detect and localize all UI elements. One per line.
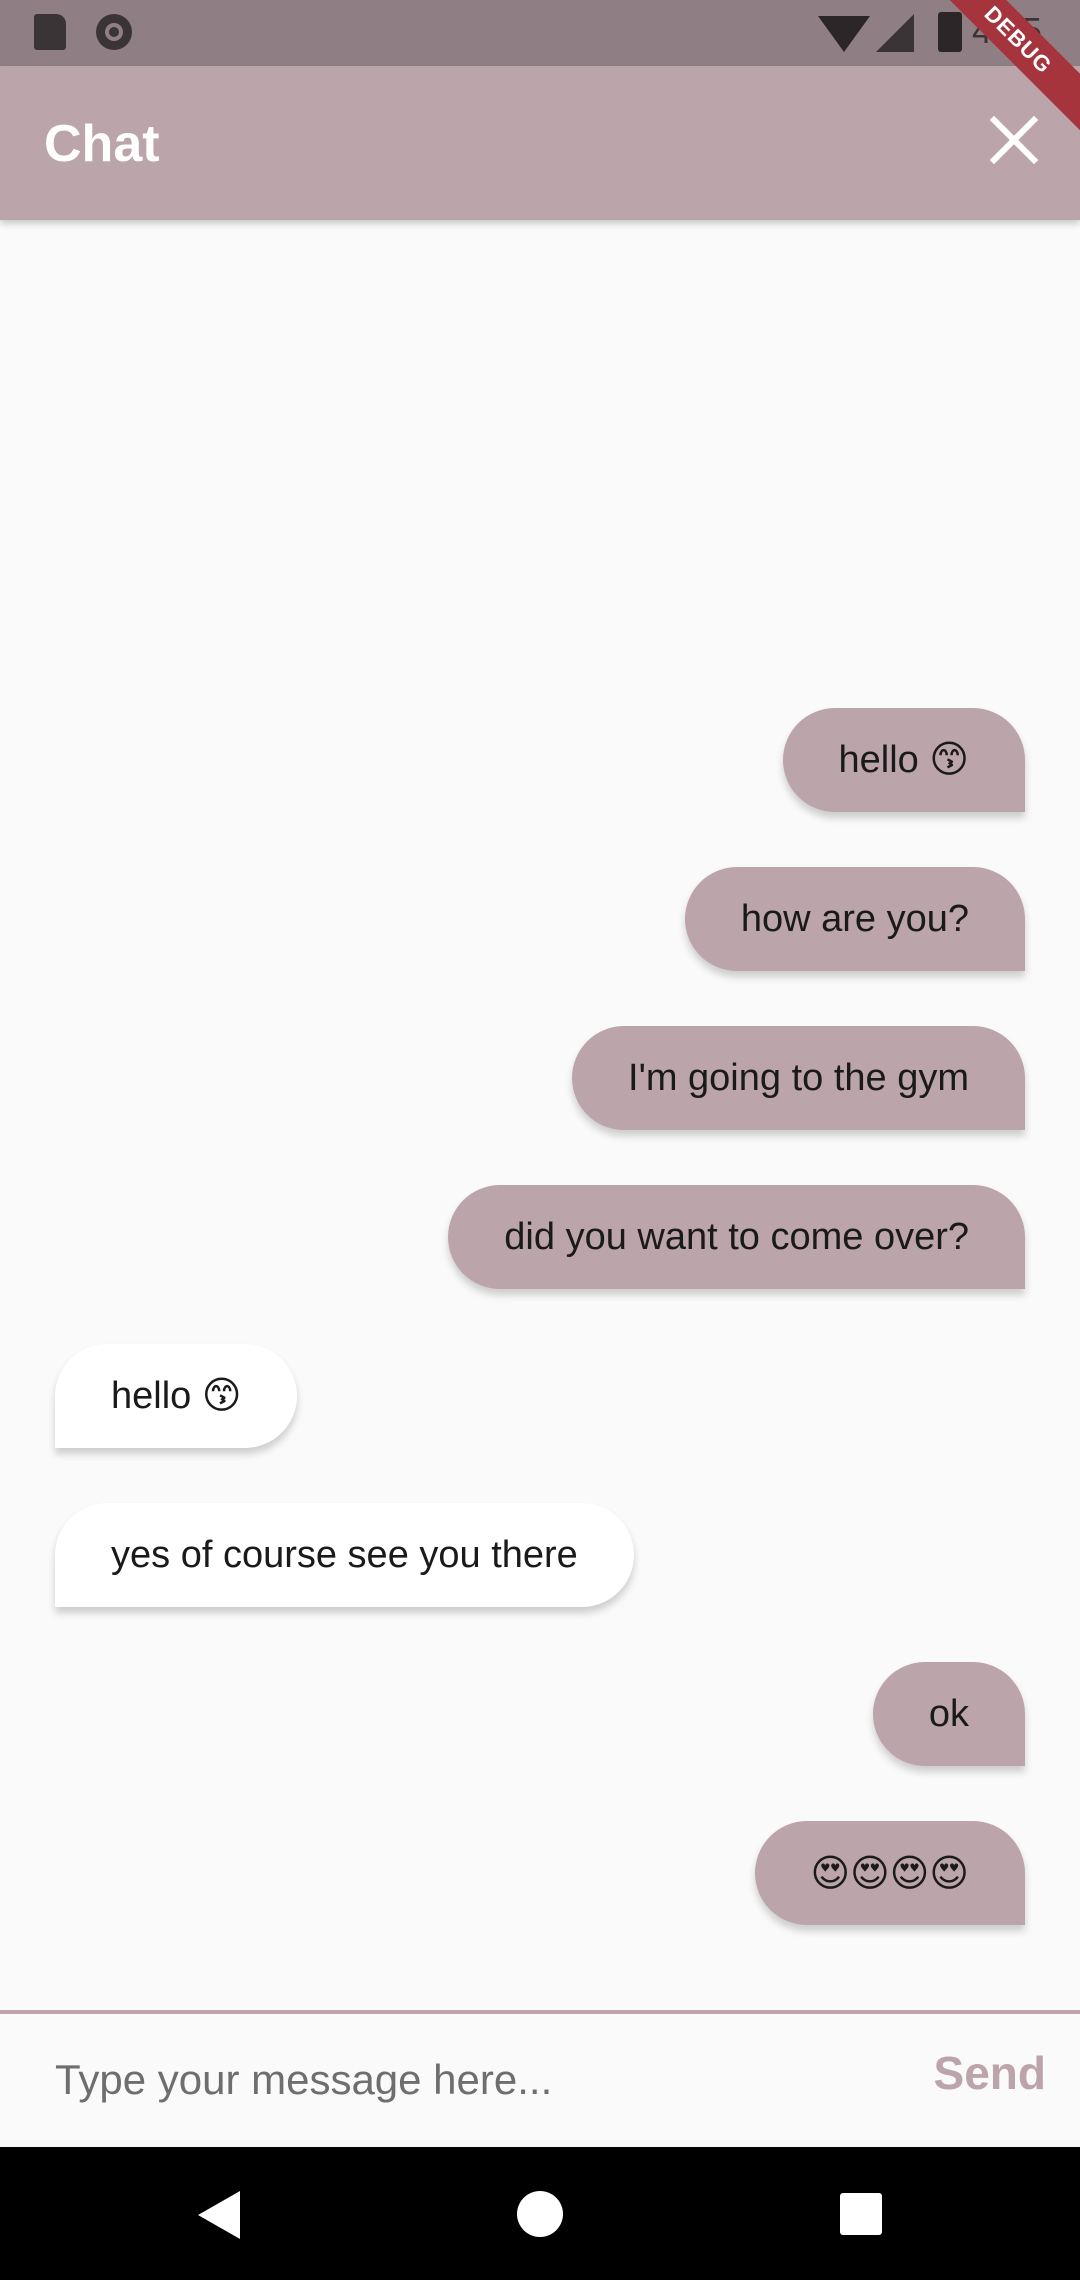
signal-icon — [876, 14, 914, 52]
wifi-icon — [818, 16, 870, 52]
sd-card-icon — [34, 14, 66, 50]
app-bar: Chat — [0, 66, 1080, 220]
message-bubble-outgoing: 😍😍😍😍 — [754, 1821, 1025, 1925]
message-input[interactable] — [55, 2040, 875, 2120]
chat-screen: 4:15 DEBUG Chat hello 😙 how are you? I'm… — [0, 0, 1080, 2280]
system-nav-bar — [0, 2147, 1080, 2280]
page-title: Chat — [44, 115, 160, 173]
recents-icon[interactable] — [840, 2193, 882, 2235]
message-composer: Send — [0, 2010, 1080, 2147]
home-icon[interactable] — [517, 2191, 563, 2237]
status-bar: 4:15 — [0, 0, 1080, 66]
message-bubble-outgoing: how are you? — [684, 867, 1025, 971]
battery-icon — [938, 12, 962, 52]
message-list[interactable]: hello 😙 how are you? I'm going to the gy… — [0, 220, 1080, 2010]
message-bubble-outgoing: did you want to come over? — [448, 1185, 1025, 1289]
back-icon[interactable] — [198, 2191, 240, 2239]
message-bubble-incoming: yes of course see you there — [55, 1503, 634, 1607]
send-button[interactable]: Send — [934, 2046, 1046, 2100]
message-bubble-outgoing: hello 😙 — [782, 708, 1025, 812]
message-bubble-outgoing: I'm going to the gym — [572, 1026, 1025, 1130]
message-bubble-incoming: hello 😙 — [55, 1344, 298, 1448]
close-icon — [989, 115, 1039, 165]
sync-circle-icon — [96, 14, 132, 50]
close-button[interactable] — [984, 110, 1044, 170]
message-bubble-outgoing: ok — [872, 1662, 1025, 1766]
